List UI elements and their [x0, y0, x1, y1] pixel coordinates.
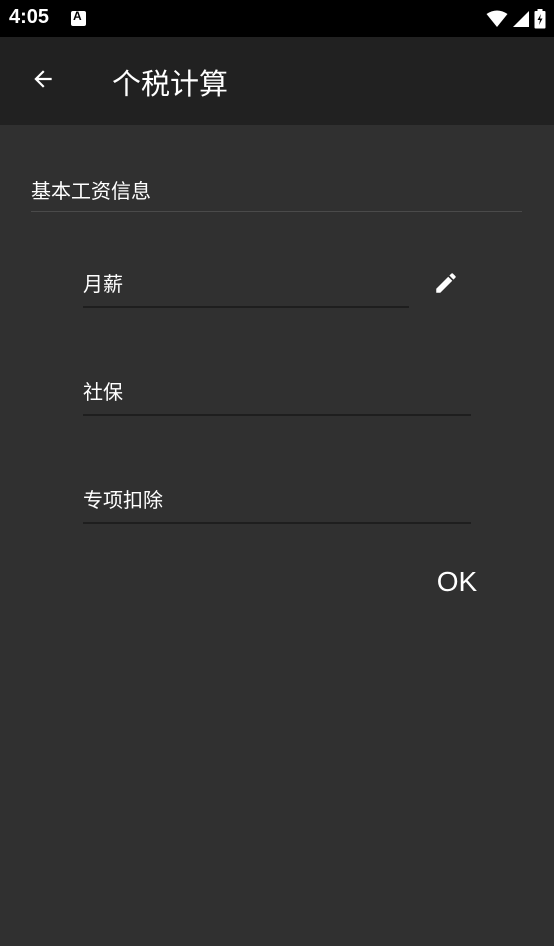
app-bar: 个税计算 — [0, 37, 554, 125]
signal-icon — [513, 11, 529, 27]
social-insurance-underline — [83, 414, 471, 416]
wifi-icon — [486, 10, 508, 27]
edit-salary-button[interactable] — [428, 265, 464, 301]
ok-button[interactable]: OK — [424, 559, 490, 605]
notification-icon: A — [71, 9, 86, 26]
notification-icon-label: A — [73, 9, 82, 23]
monthly-salary-label: 月薪 — [83, 272, 123, 296]
main-content: 基本工资信息 月薪 社保 专项扣除 OK — [0, 125, 554, 946]
status-bar: 4:05 A — [0, 0, 554, 37]
status-time: 4:05 — [9, 6, 50, 28]
battery-icon — [534, 9, 546, 29]
section-header: 基本工资信息 — [31, 179, 151, 203]
monthly-salary-underline — [83, 306, 409, 308]
special-deduction-label: 专项扣除 — [83, 488, 163, 512]
section-divider — [31, 211, 522, 212]
arrow-left-icon — [34, 70, 52, 88]
pencil-icon — [436, 273, 456, 293]
status-icons — [486, 8, 546, 30]
social-insurance-label: 社保 — [83, 380, 123, 404]
back-button[interactable] — [23, 59, 63, 99]
special-deduction-underline — [83, 522, 471, 524]
page-title: 个税计算 — [112, 67, 229, 101]
